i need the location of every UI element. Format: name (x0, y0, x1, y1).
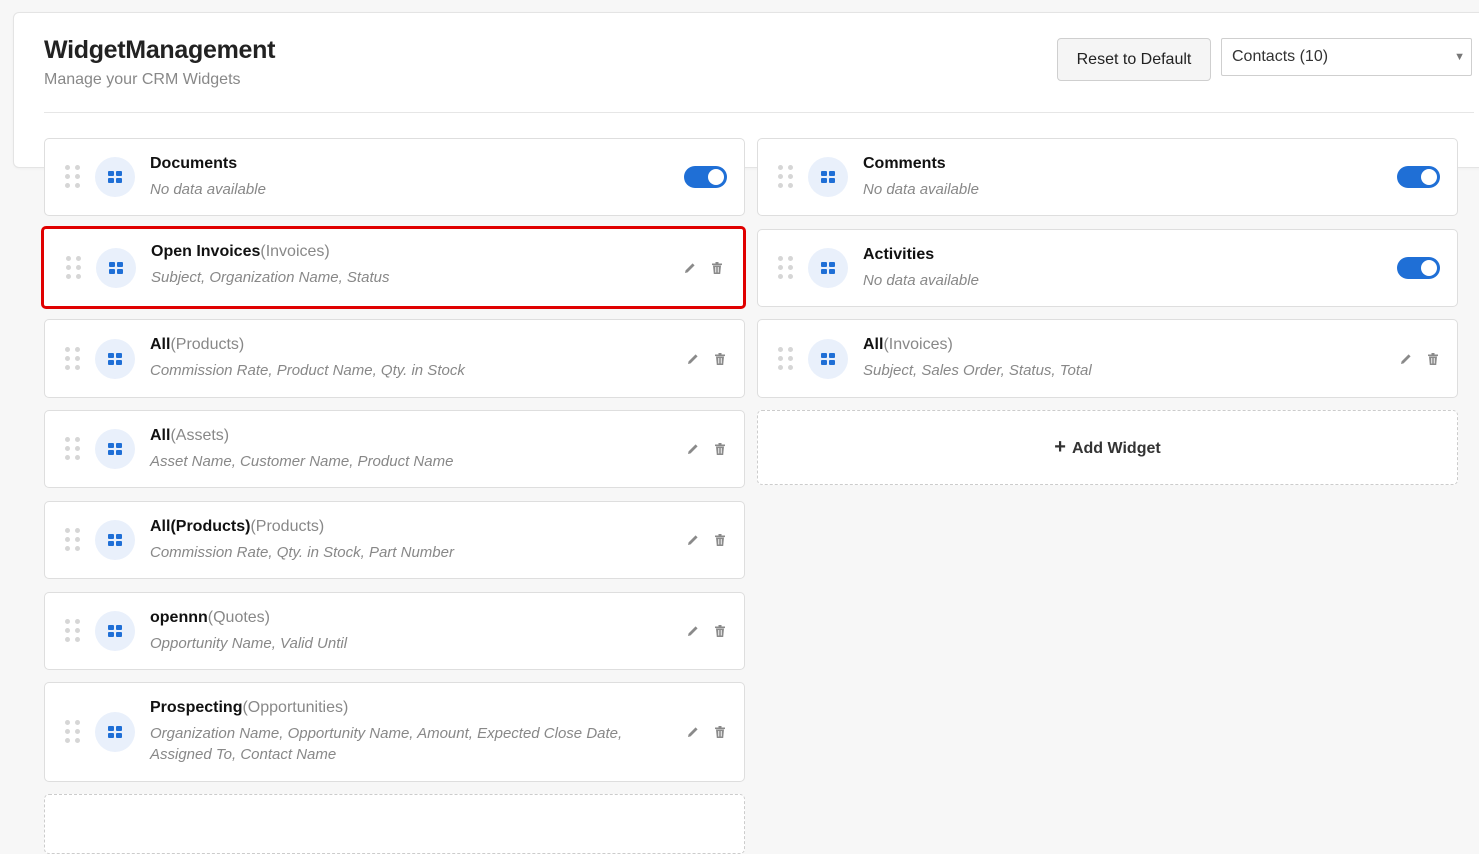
widget-fields: Subject, Sales Order, Status, Total (863, 362, 1092, 379)
add-widget-slot[interactable] (44, 794, 745, 854)
pencil-icon[interactable] (686, 442, 700, 456)
reset-to-default-button[interactable]: Reset to Default (1057, 38, 1211, 81)
widget-fields: No data available (150, 181, 266, 198)
widget-fields: Subject, Organization Name, Status (151, 269, 390, 286)
widget-name: Activities (863, 246, 935, 263)
plus-icon: + (1054, 436, 1066, 458)
widget-card[interactable]: All(Assets) Asset Name, Customer Name, Pr… (44, 410, 745, 488)
page-title: WidgetManagement (44, 36, 276, 64)
widget-enable-toggle[interactable] (1397, 166, 1440, 188)
widget-name: Documents (150, 155, 238, 172)
widget-name: All(Products) (150, 518, 251, 535)
widget-module: (Invoices) (260, 243, 330, 260)
drag-handle-icon[interactable] (65, 619, 81, 642)
pencil-icon[interactable] (686, 624, 700, 638)
drag-handle-icon[interactable] (778, 256, 794, 279)
widget-card[interactable]: Open Invoices(Invoices) Subject, Organiza… (41, 226, 746, 309)
grid-icon (95, 157, 135, 197)
widget-card[interactable]: All(Invoices) Subject, Sales Order, Statu… (757, 319, 1458, 398)
widget-title: All(Products) (150, 336, 244, 354)
widget-fields: Asset Name, Customer Name, Product Name (150, 453, 454, 470)
pencil-icon[interactable] (683, 261, 697, 275)
widget-name: Open Invoices (151, 243, 261, 260)
widget-card[interactable]: Documents No data available (44, 138, 745, 216)
widget-title: Open Invoices(Invoices) (151, 243, 330, 261)
module-select[interactable]: Contacts (10) ▼ (1221, 38, 1472, 76)
pencil-icon[interactable] (686, 352, 700, 366)
widget-name: opennn (150, 609, 208, 626)
module-select-value: Contacts (10) (1232, 48, 1329, 65)
drag-handle-icon[interactable] (66, 255, 82, 279)
trash-icon[interactable] (713, 624, 727, 638)
drag-handle-icon[interactable] (778, 165, 794, 188)
widget-card[interactable]: All(Products)(Products) Commission Rate, … (44, 501, 745, 579)
widget-fields: No data available (863, 181, 979, 198)
widget-module: (Assets) (170, 427, 230, 444)
widget-title: All(Invoices) (863, 336, 953, 354)
pencil-icon[interactable] (1399, 352, 1413, 366)
grid-icon (95, 520, 135, 560)
widget-name: Prospecting (150, 699, 243, 716)
grid-icon (808, 157, 848, 197)
grid-icon (95, 338, 135, 379)
pencil-icon[interactable] (686, 725, 700, 739)
grid-icon (95, 611, 135, 651)
chevron-down-icon: ▼ (1454, 51, 1465, 63)
drag-handle-icon[interactable] (65, 528, 81, 551)
page-subtitle: Manage your CRM Widgets (44, 71, 241, 88)
widget-module: (Products) (250, 518, 325, 535)
drag-handle-icon[interactable] (65, 720, 81, 743)
add-widget-label: Add Widget (1071, 440, 1161, 457)
widget-title: All(Products)(Products) (150, 518, 324, 536)
trash-icon[interactable] (713, 533, 727, 547)
drag-handle-icon[interactable] (65, 346, 81, 370)
widget-card[interactable]: Activities No data available (757, 229, 1458, 307)
trash-icon[interactable] (1426, 352, 1440, 366)
grid-icon (95, 712, 135, 752)
widget-fields: Commission Rate, Product Name, Qty. in S… (150, 362, 465, 379)
widget-module: (Invoices) (883, 336, 953, 353)
widget-card[interactable]: opennn(Quotes) Opportunity Name, Valid Un… (44, 592, 745, 670)
widget-enable-toggle[interactable] (684, 166, 727, 188)
widget-fields: Organization Name, Opportunity Name, Amo… (150, 725, 623, 763)
grid-icon (808, 248, 848, 288)
trash-icon[interactable] (713, 352, 727, 366)
widget-name: All (863, 336, 884, 353)
widget-name: All (150, 336, 171, 353)
grid-icon (808, 338, 848, 379)
widget-enable-toggle[interactable] (1397, 257, 1440, 279)
widget-title: Comments (863, 155, 946, 173)
add-widget-button[interactable]: + Add Widget (757, 410, 1458, 485)
widget-title: All(Assets) (150, 427, 229, 445)
trash-icon[interactable] (713, 442, 727, 456)
drag-handle-icon[interactable] (65, 437, 81, 460)
widget-title: Activities (863, 246, 934, 264)
widget-fields: Commission Rate, Qty. in Stock, Part Num… (150, 544, 454, 561)
drag-handle-icon[interactable] (65, 165, 81, 188)
pencil-icon[interactable] (686, 533, 700, 547)
drag-handle-icon[interactable] (778, 346, 794, 370)
widget-module: (Products) (170, 336, 245, 353)
widget-module: (Opportunities) (242, 699, 349, 716)
widget-title: Prospecting(Opportunities) (150, 699, 348, 717)
widget-title: opennn(Quotes) (150, 609, 270, 627)
widget-name: All (150, 427, 171, 444)
trash-icon[interactable] (713, 725, 727, 739)
grid-icon (96, 247, 136, 288)
widget-fields: Opportunity Name, Valid Until (150, 635, 348, 652)
widget-name: Comments (863, 155, 946, 172)
widget-card[interactable]: Prospecting(Opportunities) Organization N… (44, 682, 745, 782)
trash-icon[interactable] (710, 261, 724, 275)
widget-card[interactable]: All(Products) Commission Rate, Product Na… (44, 319, 745, 398)
widget-fields: No data available (863, 272, 979, 289)
header-divider (44, 112, 1474, 113)
widget-title: Documents (150, 155, 237, 173)
widget-card[interactable]: Comments No data available (757, 138, 1458, 216)
widget-module: (Quotes) (207, 609, 271, 626)
grid-icon (95, 429, 135, 469)
